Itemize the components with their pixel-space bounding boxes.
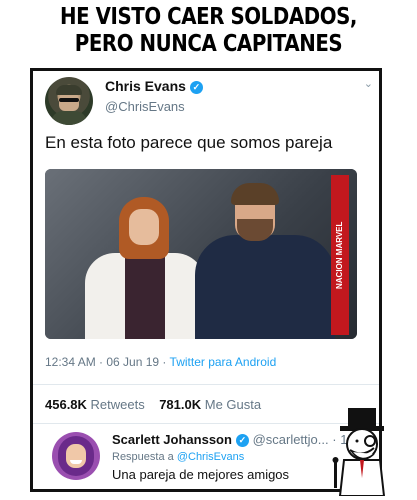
tweet-text: En esta foto parece que somos pareja [45,133,333,152]
replying-to-label: Respuesta a [112,451,174,463]
reply-avatar[interactable] [52,432,100,480]
meme-caption-line-2: PERO NUNCA CAPITANES [74,31,343,57]
reply-text: Una pareja de mejores amigos [112,467,290,482]
reply-author-name[interactable]: Scarlett Johansson [112,432,232,447]
likes-count[interactable]: 781.0K [159,397,201,412]
troll-face-icon [332,408,386,496]
author-avatar[interactable] [45,77,93,125]
likes-label[interactable]: Me Gusta [205,397,261,412]
photo-watermark: NACION MARVEL [331,175,349,335]
chevron-down-icon[interactable]: ⌄ [364,77,373,90]
tweet-meta: 12:34 AM · 06 Jun 19 · Twitter para Andr… [45,355,276,369]
tweet-photo[interactable]: NACION MARVEL [45,169,357,339]
tweet-header: Chris Evans ✓ @ChrisEvans ⌄ [45,77,373,127]
divider [33,423,379,424]
meme-caption-line-1: HE VISTO CAER SOLDADOS, [59,4,357,30]
replying-to-link[interactable]: @ChrisEvans [177,451,244,463]
meme-caption: HE VISTO CAER SOLDADOS, PERO NUNCA CAPIT… [29,4,388,58]
reply-author[interactable]: Scarlett Johansson✓ @scarlettjo... · 1m [112,432,358,447]
verified-icon: ✓ [235,434,249,447]
verified-icon: ✓ [189,81,203,94]
tweet-stats: 456.8K Retweets 781.0K Me Gusta [45,397,261,412]
reply-author-handle[interactable]: @scarlettjo... [253,432,329,447]
retweets-label[interactable]: Retweets [91,397,145,412]
tweet-time[interactable]: 12:34 AM · 06 Jun 19 · [45,355,166,369]
divider [33,384,379,385]
author-handle[interactable]: @ChrisEvans [105,99,185,114]
retweets-count[interactable]: 456.8K [45,397,87,412]
author-name[interactable]: Chris Evans ✓ [105,78,203,94]
replying-to: Respuesta a @ChrisEvans [112,451,244,463]
tweet-client-link[interactable]: Twitter para Android [170,355,277,369]
author-name-text[interactable]: Chris Evans [105,78,186,94]
